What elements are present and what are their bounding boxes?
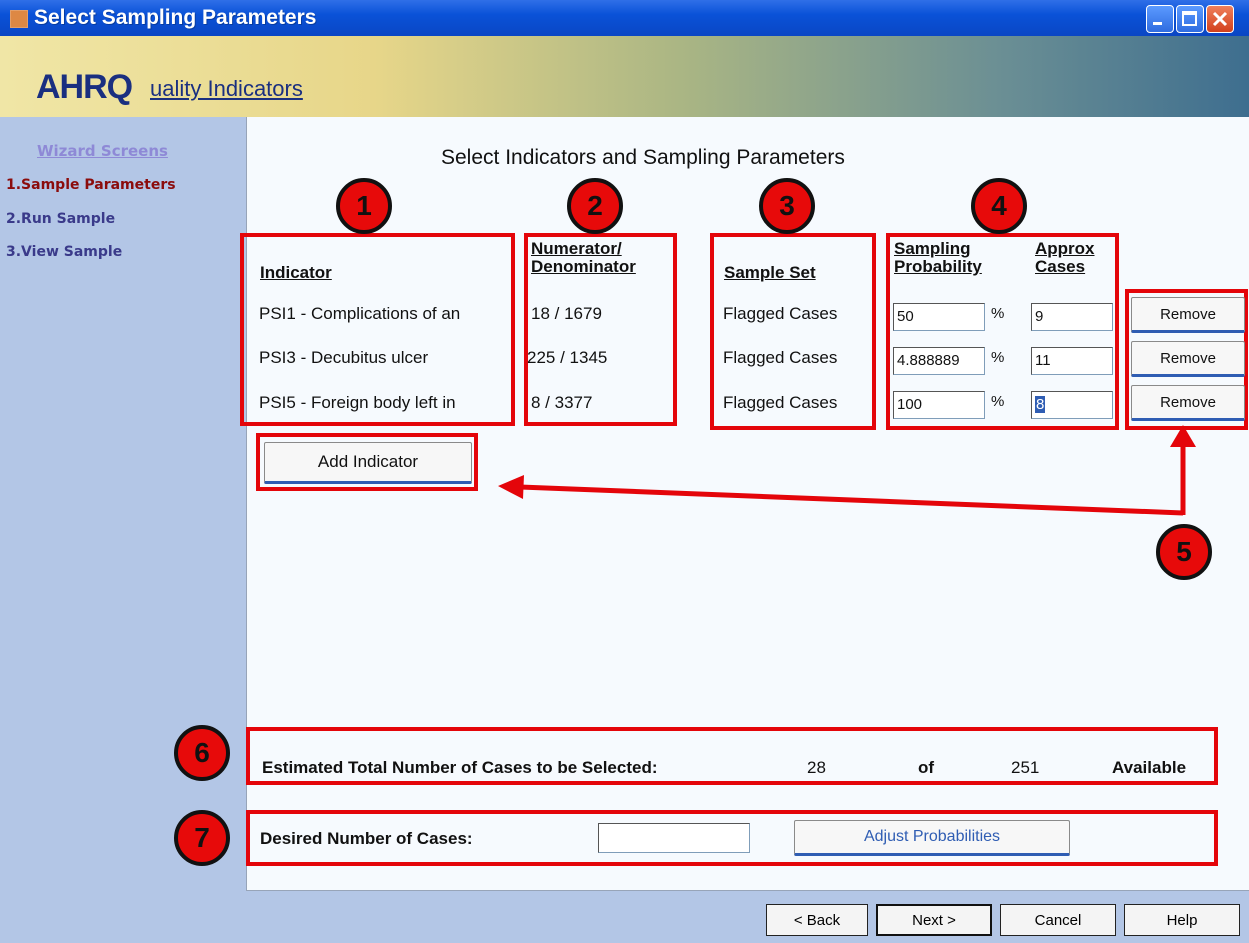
remove-button[interactable]: Remove xyxy=(1131,297,1245,333)
probability-input[interactable]: 50 xyxy=(893,303,985,331)
percent-label: % xyxy=(991,305,1005,322)
percent-label: % xyxy=(991,349,1005,366)
maximize-button[interactable] xyxy=(1176,5,1204,33)
close-icon xyxy=(1212,11,1228,27)
logo-ahrq: AHRQ xyxy=(36,68,133,106)
annotation-badge-5: 5 xyxy=(1156,524,1212,580)
header-indicator: Indicator xyxy=(260,263,332,282)
header-probability: Probability xyxy=(894,257,982,276)
back-button[interactable]: < Back xyxy=(766,904,868,936)
header-sampling-probability: Sampling Probability xyxy=(894,240,982,276)
close-button[interactable] xyxy=(1206,5,1234,33)
sidebar-item-sample-parameters[interactable]: 1.Sample Parameters xyxy=(6,177,176,193)
header-sample-set: Sample Set xyxy=(724,263,816,282)
add-indicator-button[interactable]: Add Indicator xyxy=(264,442,472,484)
app-icon xyxy=(10,10,28,28)
estimate-label: Estimated Total Number of Cases to be Se… xyxy=(262,758,658,777)
minimize-button[interactable] xyxy=(1146,5,1174,33)
probability-input[interactable]: 4.888889 xyxy=(893,347,985,375)
page-title: Select Indicators and Sampling Parameter… xyxy=(441,146,845,169)
table-row-num-denom: 225 / 1345 xyxy=(527,348,608,367)
help-button[interactable]: Help xyxy=(1124,904,1240,936)
sidebar-item-run-sample[interactable]: 2.Run Sample xyxy=(6,211,115,227)
desired-label: Desired Number of Cases: xyxy=(260,829,473,848)
next-button[interactable]: Next > xyxy=(876,904,992,936)
table-row-sample-set: Flagged Cases xyxy=(723,304,838,323)
logo-quality-indicators: uality Indicators xyxy=(150,76,303,101)
annotation-badge-6: 6 xyxy=(174,725,230,781)
adjust-probabilities-button[interactable]: Adjust Probabilities xyxy=(794,820,1070,856)
header-approx-cases: Approx Cases xyxy=(1035,240,1095,276)
header-denominator: Denominator xyxy=(531,257,636,276)
approx-cases-input[interactable]: 9 xyxy=(1031,303,1113,331)
cancel-button[interactable]: Cancel xyxy=(1000,904,1116,936)
approx-cases-input[interactable]: 11 xyxy=(1031,347,1113,375)
sidebar-item-view-sample[interactable]: 3.View Sample xyxy=(6,244,122,260)
estimate-of: of xyxy=(918,758,935,777)
table-row-indicator: PSI5 - Foreign body left in xyxy=(259,393,456,412)
minimize-icon xyxy=(1153,22,1162,25)
estimate-total: 251 xyxy=(1011,758,1040,777)
table-row-num-denom: 18 / 1679 xyxy=(531,304,602,323)
header-numerator-denominator: Numerator/ Denominator xyxy=(531,240,636,276)
window-title: Select Sampling Parameters xyxy=(34,6,317,29)
header-cases: Cases xyxy=(1035,257,1086,276)
annotation-badge-4: 4 xyxy=(971,178,1027,234)
annotation-badge-7: 7 xyxy=(174,810,230,866)
header-numerator: Numerator/ xyxy=(531,239,622,258)
estimate-count: 28 xyxy=(807,758,826,777)
table-row-indicator: PSI3 - Decubitus ulcer xyxy=(259,348,429,367)
sidebar-heading[interactable]: Wizard Screens xyxy=(37,142,168,160)
annotation-arrow-icon xyxy=(498,425,1196,516)
table-row-indicator: PSI1 - Complications of an xyxy=(259,304,461,323)
table-row-sample-set: Flagged Cases xyxy=(723,348,838,367)
annotation-badge-1: 1 xyxy=(336,178,392,234)
maximize-icon xyxy=(1182,11,1197,26)
desired-cases-input[interactable] xyxy=(598,823,750,853)
annotation-badge-2: 2 xyxy=(567,178,623,234)
remove-button[interactable]: Remove xyxy=(1131,341,1245,377)
header-approx: Approx xyxy=(1035,239,1095,258)
estimate-available: Available xyxy=(1112,758,1187,777)
annotation-badge-3: 3 xyxy=(759,178,815,234)
header-sampling: Sampling xyxy=(894,239,971,258)
